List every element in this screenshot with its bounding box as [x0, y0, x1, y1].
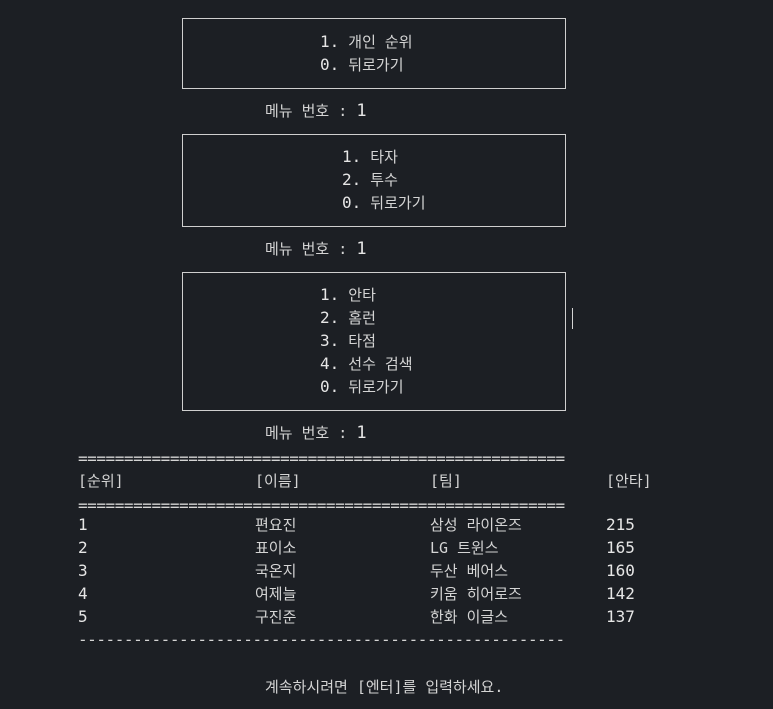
- menu-number-prompt: 메뉴 번호 : 1: [265, 100, 367, 122]
- menu-item-label: 홈런: [348, 309, 376, 327]
- menu-item-batter[interactable]: 1. 타자: [342, 146, 398, 168]
- menu-number-prompt: 메뉴 번호 : 1: [265, 422, 367, 444]
- rank-cell: 3: [78, 561, 88, 580]
- prompt-value: 1: [356, 423, 367, 443]
- menu-item-label: 선수 검색: [348, 355, 413, 373]
- menu-item-player-search[interactable]: 4. 선수 검색: [320, 353, 413, 375]
- prompt-value: 1: [356, 239, 367, 259]
- name-cell: 표이소: [255, 539, 297, 557]
- table-header-rule: ========================================…: [78, 496, 565, 515]
- table-top-rule: ========================================…: [78, 449, 565, 468]
- name-cell: 편요진: [255, 516, 297, 534]
- menu-item-back[interactable]: 0. 뒤로가기: [320, 54, 404, 76]
- menu-item-number: 1.: [320, 285, 340, 304]
- hits-cell: 165: [606, 538, 635, 557]
- name-cell: 여제늘: [255, 585, 297, 603]
- menu-item-label: 뒤로가기: [370, 194, 426, 212]
- hits-cell: 137: [606, 607, 635, 626]
- hits-cell: 142: [606, 584, 635, 603]
- menu-item-number: 3.: [320, 331, 340, 350]
- menu-item-number: 0.: [320, 55, 340, 74]
- menu-item-hits[interactable]: 1. 안타: [320, 284, 376, 306]
- menu-item-rbi[interactable]: 3. 타점: [320, 330, 376, 352]
- team-cell: 키움 히어로즈: [430, 585, 522, 603]
- menu-item-number: 2.: [320, 308, 340, 327]
- rank-cell: 4: [78, 584, 88, 603]
- prompt-label: 메뉴 번호 :: [265, 102, 357, 120]
- name-cell: 국온지: [255, 562, 297, 580]
- menu-item-back[interactable]: 0. 뒤로가기: [342, 192, 426, 214]
- menu-item-homerun[interactable]: 2. 홈런: [320, 307, 376, 329]
- menu-item-number: 0.: [342, 193, 362, 212]
- menu-item-label: 타점: [348, 332, 376, 350]
- rank-cell: 5: [78, 607, 88, 626]
- name-cell: 구진준: [255, 608, 297, 626]
- team-cell: 삼성 라이온즈: [430, 516, 522, 534]
- menu-item-number: 1.: [320, 32, 340, 51]
- team-cell: 두산 베어스: [430, 562, 509, 580]
- menu-item-label: 타자: [370, 148, 398, 166]
- prompt-label: 메뉴 번호 :: [265, 424, 357, 442]
- menu-item-number: 1.: [342, 147, 362, 166]
- column-header-name: [이름]: [255, 472, 301, 490]
- menu-item-personal-ranking[interactable]: 1. 개인 순위: [320, 31, 413, 53]
- column-header-rank: [순위]: [78, 472, 124, 490]
- column-header-team: [팀]: [430, 472, 462, 490]
- column-header-hits: [안타]: [606, 472, 652, 490]
- continue-prompt: 계속하시려면 [엔터]를 입력하세요.: [265, 678, 504, 696]
- menu-item-pitcher[interactable]: 2. 투수: [342, 169, 398, 191]
- menu-item-label: 뒤로가기: [348, 56, 404, 74]
- menu-item-label: 투수: [370, 171, 398, 189]
- menu-item-label: 개인 순위: [348, 33, 413, 51]
- menu-number-prompt: 메뉴 번호 : 1: [265, 238, 367, 260]
- menu-item-back[interactable]: 0. 뒤로가기: [320, 376, 404, 398]
- menu-item-number: 4.: [320, 354, 340, 373]
- table-bottom-rule: ----------------------------------------…: [78, 630, 565, 649]
- team-cell: 한화 이글스: [430, 608, 509, 626]
- hits-cell: 215: [606, 515, 635, 534]
- menu-item-number: 2.: [342, 170, 362, 189]
- menu-item-label: 뒤로가기: [348, 378, 404, 396]
- text-cursor: [572, 308, 573, 329]
- menu-item-label: 안타: [348, 286, 376, 304]
- rank-cell: 1: [78, 515, 88, 534]
- prompt-label: 메뉴 번호 :: [265, 240, 357, 258]
- rank-cell: 2: [78, 538, 88, 557]
- prompt-value: 1: [356, 101, 367, 121]
- hits-cell: 160: [606, 561, 635, 580]
- menu-item-number: 0.: [320, 377, 340, 396]
- team-cell: LG 트윈스: [430, 539, 499, 557]
